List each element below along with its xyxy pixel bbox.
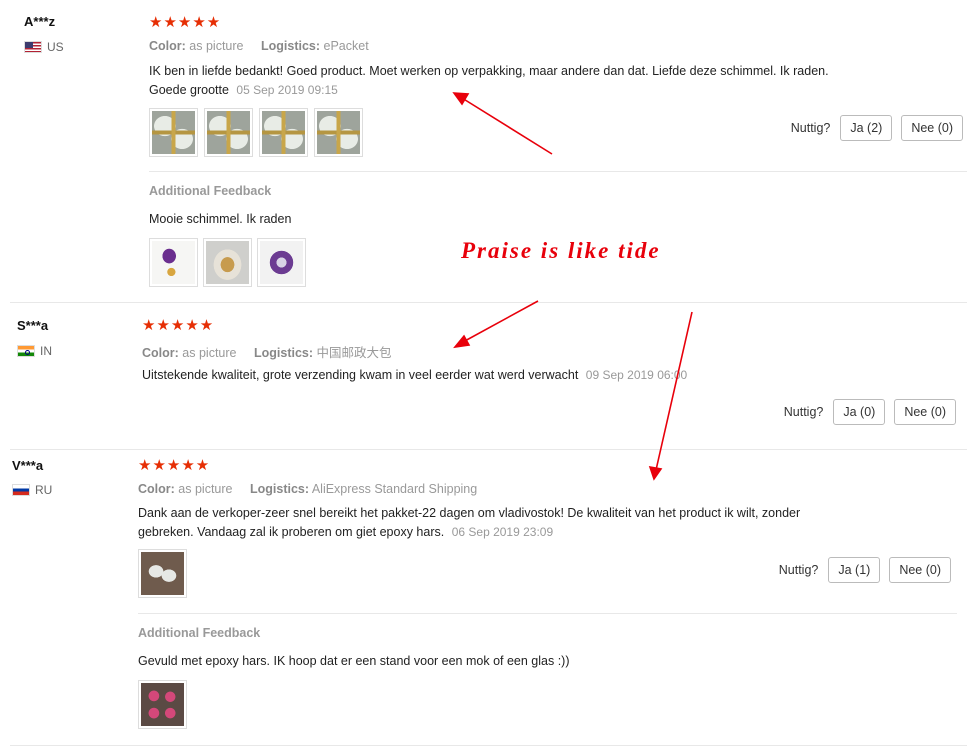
- purple-geode-photo: [152, 241, 195, 284]
- additional-photos: [149, 238, 306, 287]
- helpful-yes-button[interactable]: Ja (0): [833, 399, 886, 425]
- review-photo[interactable]: [149, 108, 198, 157]
- review-divider: [10, 745, 967, 746]
- india-flag-icon: [17, 345, 35, 357]
- annotation-caption: Praise is like tide: [461, 238, 661, 263]
- review-date: 06 Sep 2019 23:09: [451, 525, 554, 539]
- additional-feedback-title: Additional Feedback: [138, 626, 261, 640]
- additional-feedback-text: Mooie schimmel. Ik raden: [149, 212, 292, 226]
- logistics-value: AliExpress Standard Shipping: [311, 482, 478, 496]
- divider: [138, 613, 957, 614]
- star-rating: ★★★★★: [138, 457, 211, 474]
- review-divider: [10, 302, 967, 303]
- review-text: Dank aan de verkoper-zeer snel bereikt h…: [138, 504, 838, 542]
- color-value: as picture: [178, 482, 233, 496]
- mold-photo: [262, 111, 305, 154]
- review-date: 09 Sep 2019 06:00: [585, 368, 688, 382]
- additional-feedback-title: Additional Feedback: [149, 184, 272, 198]
- helpful-yes-button[interactable]: Ja (2): [840, 115, 893, 141]
- country-code: RU: [35, 483, 53, 497]
- logistics-value: 中国邮政大包: [316, 346, 392, 360]
- reviewer-name: S***a: [17, 318, 49, 333]
- helpful-label: Nuttig?: [778, 563, 819, 577]
- review-photo[interactable]: [138, 549, 187, 598]
- additional-feedback-text: Gevuld met epoxy hars. IK hoop dat er ee…: [138, 654, 570, 668]
- review-photo[interactable]: [203, 238, 252, 287]
- review-item: S***a IN ★★★★★ Color: as picture Logisti…: [0, 310, 979, 440]
- review-photo[interactable]: [259, 108, 308, 157]
- us-flag-icon: [24, 41, 42, 53]
- review-body: Uitstekende kwaliteit, grote verzending …: [142, 368, 579, 382]
- star-rating: ★★★★★: [142, 317, 215, 334]
- logistics-label: Logistics:: [260, 39, 321, 53]
- mold-photo: [317, 111, 360, 154]
- purple-resin-photo: [260, 241, 303, 284]
- reviewer-country: RU: [12, 483, 52, 497]
- helpful-yes-button[interactable]: Ja (1): [828, 557, 881, 583]
- review-photo[interactable]: [138, 680, 187, 729]
- pink-resin-photo: [141, 683, 184, 726]
- helpful-vote: Nuttig? Ja (2) Nee (0): [791, 115, 963, 141]
- gold-resin-photo: [206, 241, 249, 284]
- review-photos: [138, 549, 187, 598]
- country-code: IN: [40, 344, 52, 358]
- helpful-label: Nuttig?: [783, 405, 824, 419]
- color-label: Color:: [149, 39, 186, 53]
- helpful-vote: Nuttig? Ja (0) Nee (0): [784, 399, 956, 425]
- logistics-value: ePacket: [323, 39, 369, 53]
- reviewer-country: IN: [17, 344, 52, 358]
- helpful-no-button[interactable]: Nee (0): [894, 399, 956, 425]
- helpful-no-button[interactable]: Nee (0): [889, 557, 951, 583]
- reviewer-country: US: [24, 40, 64, 54]
- review-photo[interactable]: [314, 108, 363, 157]
- reviewer-name: V***a: [12, 458, 44, 473]
- russia-flag-icon: [12, 484, 30, 496]
- additional-photos: [138, 680, 187, 729]
- helpful-vote: Nuttig? Ja (1) Nee (0): [779, 557, 951, 583]
- review-photo[interactable]: [204, 108, 253, 157]
- color-label: Color:: [142, 346, 179, 360]
- clear-mold-photo: [141, 552, 184, 595]
- color-label: Color:: [138, 482, 175, 496]
- logistics-label: Logistics:: [253, 346, 314, 360]
- helpful-no-button[interactable]: Nee (0): [901, 115, 963, 141]
- review-meta: Color: as picture Logistics: 中国邮政大包: [142, 342, 392, 361]
- review-photos: [149, 108, 363, 157]
- reviewer-name: A***z: [24, 14, 56, 29]
- star-rating: ★★★★★: [149, 14, 222, 31]
- review-text: Uitstekende kwaliteit, grote verzending …: [142, 366, 862, 385]
- mold-photo: [152, 111, 195, 154]
- mold-photo: [207, 111, 250, 154]
- review-photo[interactable]: [149, 238, 198, 287]
- review-meta: Color: as picture Logistics: ePacket: [149, 39, 369, 53]
- review-photo[interactable]: [257, 238, 306, 287]
- color-value: as picture: [189, 39, 244, 53]
- helpful-label: Nuttig?: [790, 121, 831, 135]
- review-date: 05 Sep 2019 09:15: [236, 83, 338, 97]
- logistics-label: Logistics:: [249, 482, 310, 496]
- review-text: IK ben in liefde bedankt! Goed product. …: [149, 62, 861, 100]
- color-value: as picture: [182, 346, 237, 360]
- review-meta: Color: as picture Logistics: AliExpress …: [138, 482, 477, 496]
- divider: [149, 171, 967, 172]
- review-item: V***a RU ★★★★★ Color: as picture Logisti…: [0, 450, 979, 749]
- country-code: US: [47, 40, 64, 54]
